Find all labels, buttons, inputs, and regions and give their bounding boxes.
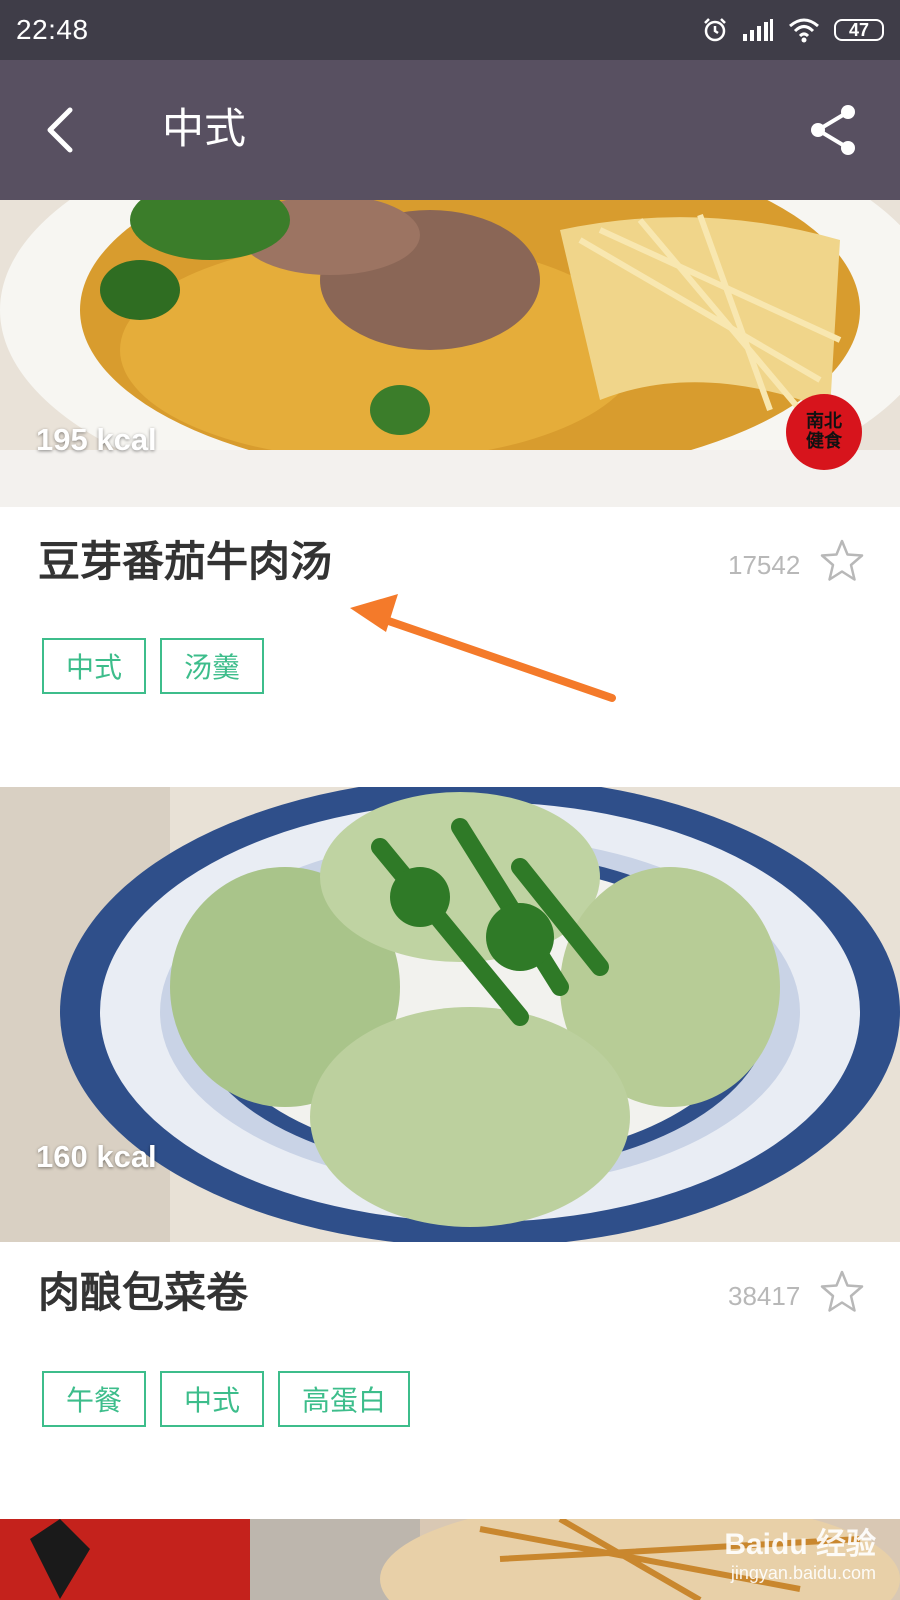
- share-icon: [811, 105, 855, 155]
- app-bar: 中式: [0, 60, 900, 200]
- kcal-label: 195 kcal: [36, 422, 157, 457]
- status-icons: 47: [702, 17, 884, 43]
- watermark-brand: Baidu 经验: [724, 1528, 876, 1561]
- recipe-card[interactable]: 195 kcal 南北 健食 豆芽番茄牛肉汤 17542 中式 汤羹: [0, 200, 900, 745]
- chevron-left-icon: [47, 107, 73, 153]
- star-icon[interactable]: [818, 1268, 866, 1316]
- tag-chip[interactable]: 中式: [42, 638, 147, 694]
- status-time: 22:48: [16, 14, 89, 45]
- recipe-card-partial[interactable]: Baidu 经验 jingyan.baidu.com: [0, 1519, 900, 1600]
- favorite-count: 17542: [728, 550, 801, 580]
- status-bar: 22:48 47: [0, 0, 900, 60]
- recipe-title[interactable]: 豆芽番茄牛肉汤: [38, 537, 332, 587]
- annotation-arrow: [350, 594, 616, 702]
- tag-chip[interactable]: 午餐: [42, 1371, 147, 1427]
- recipe-image-cabbage-rolls[interactable]: 160 kcal: [0, 787, 900, 1242]
- signal-icon: [743, 19, 773, 41]
- tag-chip[interactable]: 汤羹: [160, 638, 265, 694]
- star-icon[interactable]: [818, 537, 866, 585]
- recipe-image-partial[interactable]: Baidu 经验 jingyan.baidu.com: [0, 1519, 900, 1600]
- tag-list: 中式 汤羹: [42, 638, 265, 694]
- recipe-card[interactable]: 160 kcal 肉酿包菜卷 38417 午餐 中式 高蛋白: [0, 787, 900, 1507]
- recipe-title[interactable]: 肉酿包菜卷: [38, 1268, 248, 1318]
- alarm-icon: [704, 18, 726, 42]
- tag-chip[interactable]: 高蛋白: [278, 1371, 411, 1427]
- baidu-watermark: Baidu 经验 jingyan.baidu.com: [724, 1519, 876, 1584]
- back-button[interactable]: [38, 100, 98, 160]
- kcal-label: 160 kcal: [36, 1139, 157, 1174]
- battery-level: 47: [848, 19, 870, 40]
- brand-logo: 南北 健食: [786, 394, 862, 470]
- favorite-count: 38417: [728, 1281, 801, 1311]
- watermark-url: jingyan.baidu.com: [730, 1563, 876, 1583]
- recipe-image-soup[interactable]: 195 kcal 南北 健食: [0, 200, 900, 507]
- tag-chip[interactable]: 中式: [160, 1371, 265, 1427]
- wifi-icon: [789, 18, 819, 43]
- soup-photo: [0, 200, 900, 507]
- page-title: 中式: [162, 105, 247, 152]
- battery-icon: 47: [834, 19, 884, 41]
- tag-list: 午餐 中式 高蛋白: [42, 1371, 411, 1427]
- share-button[interactable]: [804, 100, 864, 160]
